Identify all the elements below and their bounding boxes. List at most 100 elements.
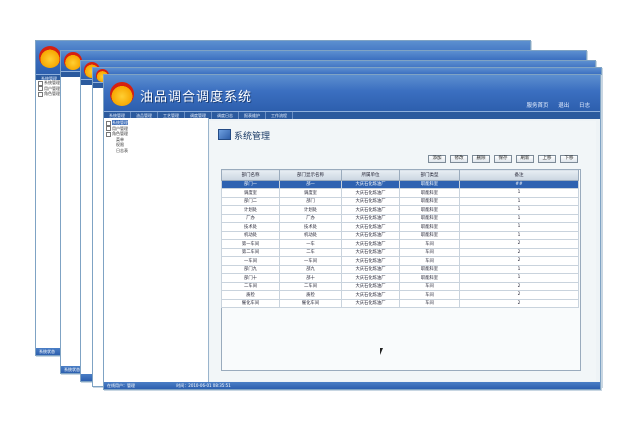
table-cell: 大庆石化炼油厂 xyxy=(341,213,400,223)
table-cell: 大庆石化炼油厂 xyxy=(341,273,400,283)
table-cell: 催化车间 xyxy=(279,298,342,308)
column-header[interactable]: 部门类型 xyxy=(399,169,460,181)
table-cell: ## xyxy=(459,179,579,189)
table-cell: 计划处 xyxy=(279,205,342,215)
expand-icon[interactable] xyxy=(38,91,43,97)
table-cell: 技术处 xyxy=(279,222,342,232)
table-row[interactable]: 调度室 调度室 大庆石化炼油厂 职能科室 1 xyxy=(221,188,579,198)
table-row[interactable]: 部门十 部十 大庆石化炼油厂 职能科室 1 xyxy=(221,273,579,283)
table-cell: 1 xyxy=(459,196,579,206)
delete-button[interactable]: 删除 xyxy=(472,155,490,163)
content-panel: 系统管理 添加 修改 删除 保存 刷新 上移 下移 部门名称 部门显示名称 所属单位 部门类… xyxy=(210,121,596,381)
table-cell: 二车 xyxy=(279,247,342,257)
table-row[interactable]: 质检 质检 大庆石化炼油厂 车间 2 xyxy=(221,290,579,300)
table-row[interactable]: 机动处 机动处 大庆石化炼油厂 职能科室 1 xyxy=(221,230,579,240)
table-cell: 车间 xyxy=(399,256,460,266)
column-header[interactable]: 备注 xyxy=(459,169,579,181)
move-up-button[interactable]: 上移 xyxy=(538,155,556,163)
table-cell: 2 xyxy=(459,256,579,266)
table-row[interactable]: 部门二 部门 大庆石化炼油厂 职能科室 1 xyxy=(221,196,579,206)
app-title: 油品调合调度系统 xyxy=(140,90,253,105)
save-button[interactable]: 保存 xyxy=(494,155,512,163)
table-cell: 2 xyxy=(459,281,579,291)
add-button[interactable]: 添加 xyxy=(428,155,446,163)
app-window-main: 油品调合调度系统 服务首页 退出 日志 系统管理 油品管理 工艺管理 调度管理 调度日志… xyxy=(103,74,601,390)
move-down-button[interactable]: 下移 xyxy=(560,155,578,163)
table-cell: 1 xyxy=(459,205,579,215)
table-row[interactable]: 厂办 厂办 大庆石化炼油厂 职能科室 1 xyxy=(221,213,579,223)
table-cell: 职能科室 xyxy=(399,179,460,189)
table-row[interactable]: 部门一 部一 大庆石化炼油厂 职能科室 ## xyxy=(221,179,579,189)
settings-icon xyxy=(218,129,231,140)
table-cell: 大庆石化炼油厂 xyxy=(341,230,400,240)
table-cell: 一车 xyxy=(279,239,342,249)
table-cell: 大庆石化炼油厂 xyxy=(341,179,400,189)
table-cell: 车间 xyxy=(399,290,460,300)
table-cell: 职能科室 xyxy=(399,222,460,232)
table-row[interactable]: 计划处 计划处 大庆石化炼油厂 职能科室 1 xyxy=(221,205,579,215)
table-cell: 车间 xyxy=(399,298,460,308)
table-row[interactable]: 技术处 技术处 大庆石化炼油厂 职能科室 1 xyxy=(221,222,579,232)
table-cell: 部九 xyxy=(279,264,342,274)
table-row[interactable]: 部门九 部九 大庆石化炼油厂 职能科室 1 xyxy=(221,264,579,274)
table-cell: 部门十 xyxy=(221,273,280,283)
menu-item-reports[interactable]: 报表维护 xyxy=(239,112,266,119)
company-logo-icon xyxy=(39,46,61,68)
table-cell: 大庆石化炼油厂 xyxy=(341,264,400,274)
refresh-button[interactable]: 刷新 xyxy=(516,155,534,163)
company-logo-icon xyxy=(110,82,134,106)
table-cell: 部门二 xyxy=(221,196,280,206)
column-header[interactable]: 部门显示名称 xyxy=(279,169,342,181)
table-row[interactable]: 第二车间 二车 大庆石化炼油厂 车间 2 xyxy=(221,247,579,257)
edit-button[interactable]: 修改 xyxy=(450,155,468,163)
table-cell: 第一车间 xyxy=(221,239,280,249)
table-row[interactable]: 二车间 二车间 大庆石化炼油厂 车间 2 xyxy=(221,281,579,291)
sidebar: 系统管理 用户管理 角色管理 菜单 权限 日志表 xyxy=(104,118,209,383)
table-cell: 部门一 xyxy=(221,179,280,189)
table-cell: 部门九 xyxy=(221,264,280,274)
table-cell: 二车间 xyxy=(221,281,280,291)
table-cell: 质检 xyxy=(221,290,280,300)
table-cell: 一车间 xyxy=(279,256,342,266)
table-body: 部门一 部一 大庆石化炼油厂 职能科室 ## 调度室 调度室 大庆石化炼油厂 职能科室 1 部门二部… xyxy=(221,179,579,308)
table-cell: 催化车间 xyxy=(221,298,280,308)
logout-link[interactable]: 退出 xyxy=(558,103,569,109)
table-cell: 大庆石化炼油厂 xyxy=(341,196,400,206)
table-cell: 车间 xyxy=(399,247,460,257)
table-row[interactable]: 一车间 一车间 大庆石化炼油厂 车间 2 xyxy=(221,256,579,266)
menu-item-dispatch-log[interactable]: 调度日志 xyxy=(212,112,239,119)
table-cell: 1 xyxy=(459,188,579,198)
table-cell: 1 xyxy=(459,222,579,232)
table-cell: 大庆石化炼油厂 xyxy=(341,188,400,198)
table-cell: 2 xyxy=(459,290,579,300)
table-cell: 大庆石化炼油厂 xyxy=(341,247,400,257)
menu-item-workflow[interactable]: 工作流程 xyxy=(266,112,293,119)
table-cell: 大庆石化炼油厂 xyxy=(341,239,400,249)
page-title: 系统管理 xyxy=(218,129,270,142)
table-cell: 二车间 xyxy=(279,281,342,291)
table-row[interactable]: 第一车间 一车 大庆石化炼油厂 车间 2 xyxy=(221,239,579,249)
toolbar: 添加 修改 删除 保存 刷新 上移 下移 xyxy=(424,155,578,163)
column-header[interactable]: 所属单位 xyxy=(341,169,400,181)
table-cell: 职能科室 xyxy=(399,273,460,283)
column-header[interactable]: 部门名称 xyxy=(221,169,280,181)
department-table: 部门名称 部门显示名称 所属单位 部门类型 备注 部门一 部一 大庆石化炼油厂 职能科… xyxy=(221,169,579,308)
table-cell: 部一 xyxy=(279,179,342,189)
table-row[interactable]: 催化车间 催化车间 大庆石化炼油厂 车间 2 xyxy=(221,298,579,308)
table-cell: 第二车间 xyxy=(221,247,280,257)
collapse-icon[interactable] xyxy=(106,120,111,126)
table-cell: 车间 xyxy=(399,239,460,249)
table-cell: 厂办 xyxy=(279,213,342,223)
collapse-icon[interactable] xyxy=(106,131,111,137)
home-link[interactable]: 服务首页 xyxy=(526,103,548,109)
table-cell: 2 xyxy=(459,239,579,249)
tree-item-logs[interactable]: 日志表 xyxy=(104,148,208,154)
header-links: 服务首页 退出 日志 xyxy=(518,101,590,109)
expand-icon[interactable] xyxy=(38,80,43,86)
log-link[interactable]: 日志 xyxy=(579,103,590,109)
table-cell: 厂办 xyxy=(221,213,280,223)
table-cell: 职能科室 xyxy=(399,196,460,206)
table-cell: 2 xyxy=(459,298,579,308)
table-cell: 1 xyxy=(459,230,579,240)
table-cell: 调度室 xyxy=(279,188,342,198)
